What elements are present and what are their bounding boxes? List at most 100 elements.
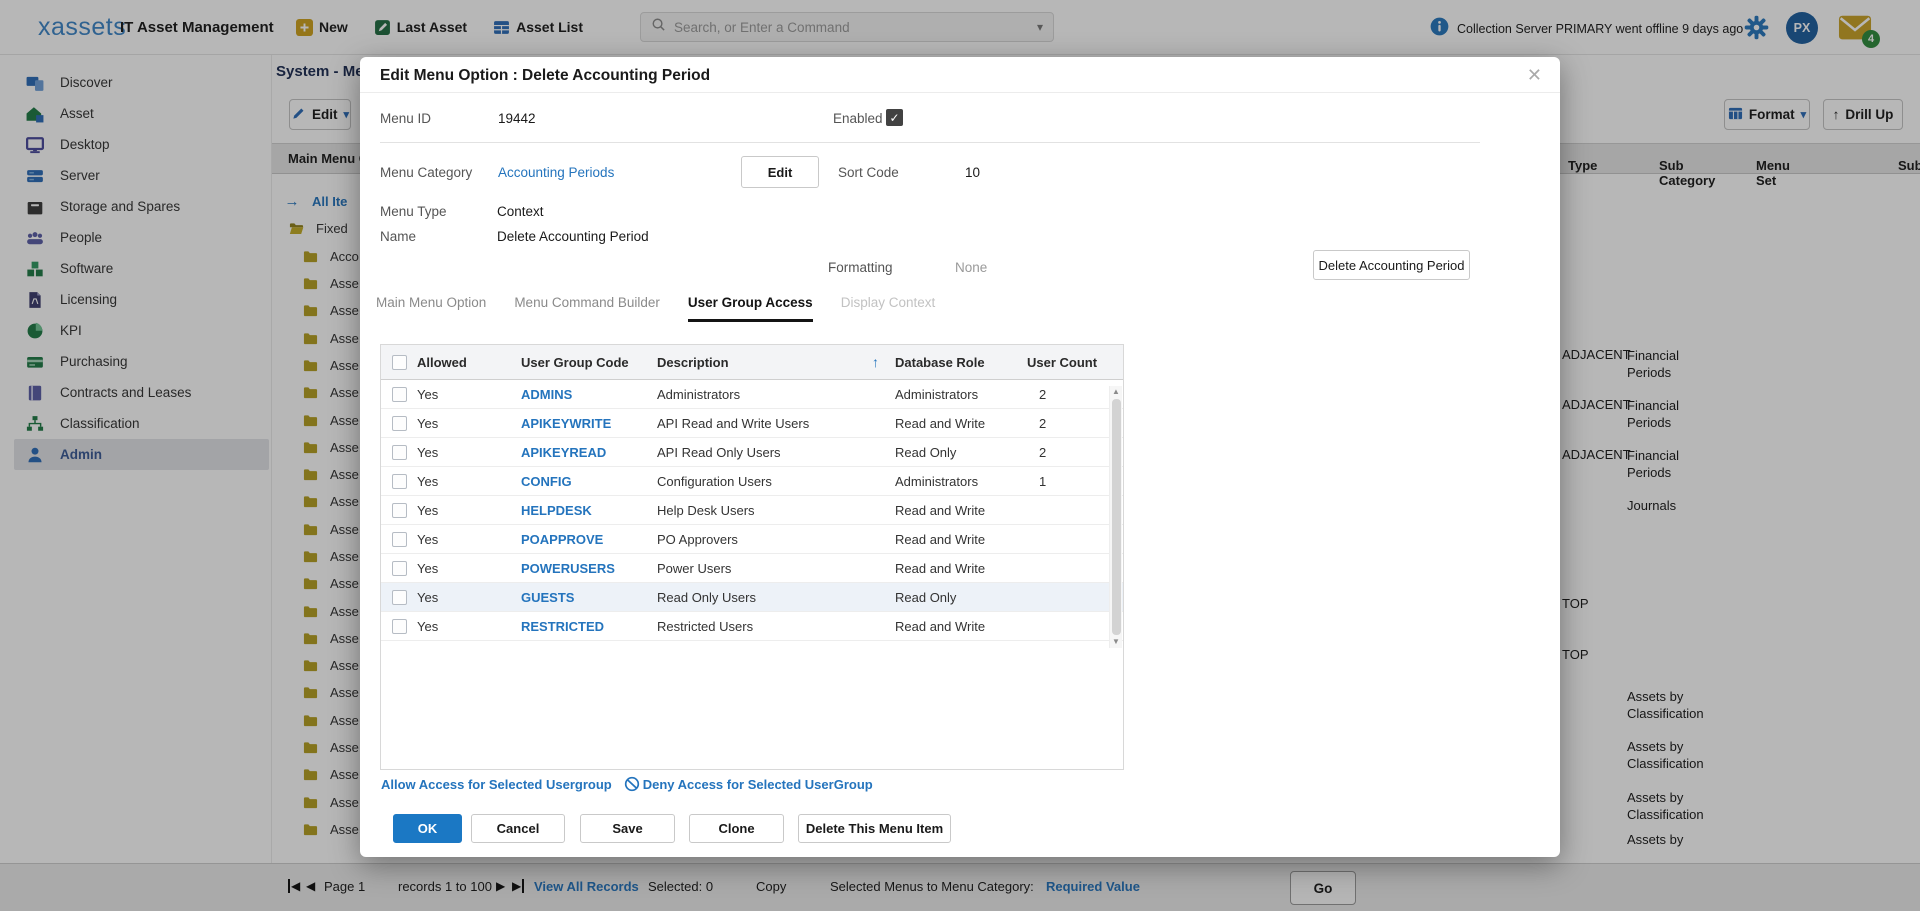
cancel-button[interactable]: Cancel: [471, 814, 565, 843]
select-all-checkbox[interactable]: [392, 355, 407, 370]
menu-id-value: 19442: [498, 111, 536, 126]
row-checkbox[interactable]: [392, 445, 407, 460]
table-header-row: Allowed User Group Code Description ↑ Da…: [381, 345, 1123, 380]
dialog-title: Edit Menu Option : Delete Accounting Per…: [380, 67, 710, 85]
row-checkbox[interactable]: [392, 474, 407, 489]
user-group-row-poapprove[interactable]: YesPOAPPROVEPO ApproversRead and Write: [381, 525, 1123, 554]
menu-id-label: Menu ID: [380, 111, 431, 126]
user-group-code-link[interactable]: GUESTS: [521, 590, 657, 605]
close-icon[interactable]: ✕: [1527, 65, 1542, 86]
app-window: xassets IT Asset Management NewLast Asse…: [0, 0, 1920, 911]
edit-category-button[interactable]: Edit: [741, 156, 819, 188]
enabled-label: Enabled: [833, 111, 883, 126]
tab-user-group-access[interactable]: User Group Access: [688, 295, 813, 322]
delete-this-menu-item-button[interactable]: Delete This Menu Item: [798, 814, 951, 843]
menu-type-value: Context: [497, 204, 544, 219]
description-value: Read Only Users: [657, 590, 895, 605]
sort-code-value: 10: [965, 165, 980, 180]
column-database-role[interactable]: Database Role: [895, 355, 1027, 370]
database-role-value: Read Only: [895, 445, 1027, 460]
database-role-value: Read Only: [895, 590, 1027, 605]
dialog-tabs: Main Menu Option Menu Command Builder User…: [376, 295, 935, 322]
description-value: API Read and Write Users: [657, 416, 895, 431]
user-group-code-link[interactable]: APIKEYREAD: [521, 445, 657, 460]
enabled-checkbox[interactable]: ✓: [886, 109, 903, 126]
scroll-up-icon[interactable]: ▲: [1112, 386, 1120, 398]
row-checkbox[interactable]: [392, 387, 407, 402]
user-group-row-config[interactable]: YesCONFIGConfiguration UsersAdministrato…: [381, 467, 1123, 496]
user-group-code-link[interactable]: HELPDESK: [521, 503, 657, 518]
description-value: Restricted Users: [657, 619, 895, 634]
formatting-label: Formatting: [828, 260, 893, 275]
database-role-value: Read and Write: [895, 503, 1027, 518]
database-role-value: Administrators: [895, 474, 1027, 489]
description-value: Help Desk Users: [657, 503, 895, 518]
allowed-value: Yes: [417, 503, 521, 518]
formatting-value: None: [955, 260, 987, 275]
database-role-value: Read and Write: [895, 532, 1027, 547]
allow-access-link[interactable]: Allow Access for Selected Usergroup: [381, 777, 612, 792]
row-checkbox[interactable]: [392, 532, 407, 547]
name-label: Name: [380, 229, 416, 244]
database-role-value: Read and Write: [895, 561, 1027, 576]
sort-code-label: Sort Code: [838, 165, 899, 180]
scrollbar-thumb[interactable]: [1112, 399, 1121, 635]
user-group-code-link[interactable]: ADMINS: [521, 387, 657, 402]
deny-access-link[interactable]: Deny Access for Selected UserGroup: [643, 777, 873, 792]
user-group-row-guests[interactable]: YesGUESTSRead Only UsersRead Only: [381, 583, 1123, 612]
save-button[interactable]: Save: [580, 814, 675, 843]
tab-display-context: Display Context: [841, 295, 936, 322]
user-group-code-link[interactable]: APIKEYWRITE: [521, 416, 657, 431]
description-value: Administrators: [657, 387, 895, 402]
allowed-value: Yes: [417, 387, 521, 402]
column-allowed[interactable]: Allowed: [417, 355, 521, 370]
allowed-value: Yes: [417, 416, 521, 431]
user-group-row-apikeyread[interactable]: YesAPIKEYREADAPI Read Only UsersRead Onl…: [381, 438, 1123, 467]
row-checkbox[interactable]: [392, 416, 407, 431]
clone-button[interactable]: Clone: [689, 814, 784, 843]
description-value: PO Approvers: [657, 532, 895, 547]
deny-icon: [624, 776, 640, 792]
ok-button[interactable]: OK: [393, 814, 462, 843]
user-group-code-link[interactable]: RESTRICTED: [521, 619, 657, 634]
column-description[interactable]: Description: [657, 355, 729, 370]
column-user-group-code[interactable]: User Group Code: [521, 355, 657, 370]
edit-menu-option-dialog: Edit Menu Option : Delete Accounting Per…: [360, 57, 1560, 857]
description-value: API Read Only Users: [657, 445, 895, 460]
name-value: Delete Accounting Period: [497, 229, 649, 244]
sort-asc-icon[interactable]: ↑: [872, 354, 879, 370]
database-role-value: Read and Write: [895, 416, 1027, 431]
allowed-value: Yes: [417, 619, 521, 634]
scroll-down-icon[interactable]: ▼: [1112, 636, 1120, 648]
allowed-value: Yes: [417, 561, 521, 576]
divider: [380, 142, 1480, 143]
tab-main-menu-option[interactable]: Main Menu Option: [376, 295, 486, 322]
user-group-row-restricted[interactable]: YesRESTRICTEDRestricted UsersRead and Wr…: [381, 612, 1123, 641]
user-group-row-admins[interactable]: YesADMINSAdministratorsAdministrators2: [381, 380, 1123, 409]
menu-category-link[interactable]: Accounting Periods: [498, 165, 614, 180]
user-group-code-link[interactable]: POAPPROVE: [521, 532, 657, 547]
access-links: Allow Access for Selected Usergroup Deny…: [381, 776, 873, 792]
delete-accounting-period-button[interactable]: Delete Accounting Period: [1313, 250, 1470, 280]
menu-type-label: Menu Type: [380, 204, 447, 219]
user-group-code-link[interactable]: CONFIG: [521, 474, 657, 489]
row-checkbox[interactable]: [392, 590, 407, 605]
table-scrollbar[interactable]: ▲ ▼: [1109, 386, 1122, 648]
user-group-row-apikeywrite[interactable]: YesAPIKEYWRITEAPI Read and Write UsersRe…: [381, 409, 1123, 438]
row-checkbox[interactable]: [392, 503, 407, 518]
tab-menu-command-builder[interactable]: Menu Command Builder: [514, 295, 660, 322]
database-role-value: Administrators: [895, 387, 1027, 402]
row-checkbox[interactable]: [392, 619, 407, 634]
allowed-value: Yes: [417, 532, 521, 547]
menu-category-label: Menu Category: [380, 165, 472, 180]
allowed-value: Yes: [417, 445, 521, 460]
database-role-value: Read and Write: [895, 619, 1027, 634]
column-user-count[interactable]: User Count: [1027, 355, 1123, 370]
description-value: Configuration Users: [657, 474, 895, 489]
user-group-row-helpdesk[interactable]: YesHELPDESKHelp Desk UsersRead and Write: [381, 496, 1123, 525]
row-checkbox[interactable]: [392, 561, 407, 576]
user-group-table: Allowed User Group Code Description ↑ Da…: [380, 344, 1124, 770]
allowed-value: Yes: [417, 474, 521, 489]
user-group-code-link[interactable]: POWERUSERS: [521, 561, 657, 576]
user-group-row-powerusers[interactable]: YesPOWERUSERSPower UsersRead and Write: [381, 554, 1123, 583]
